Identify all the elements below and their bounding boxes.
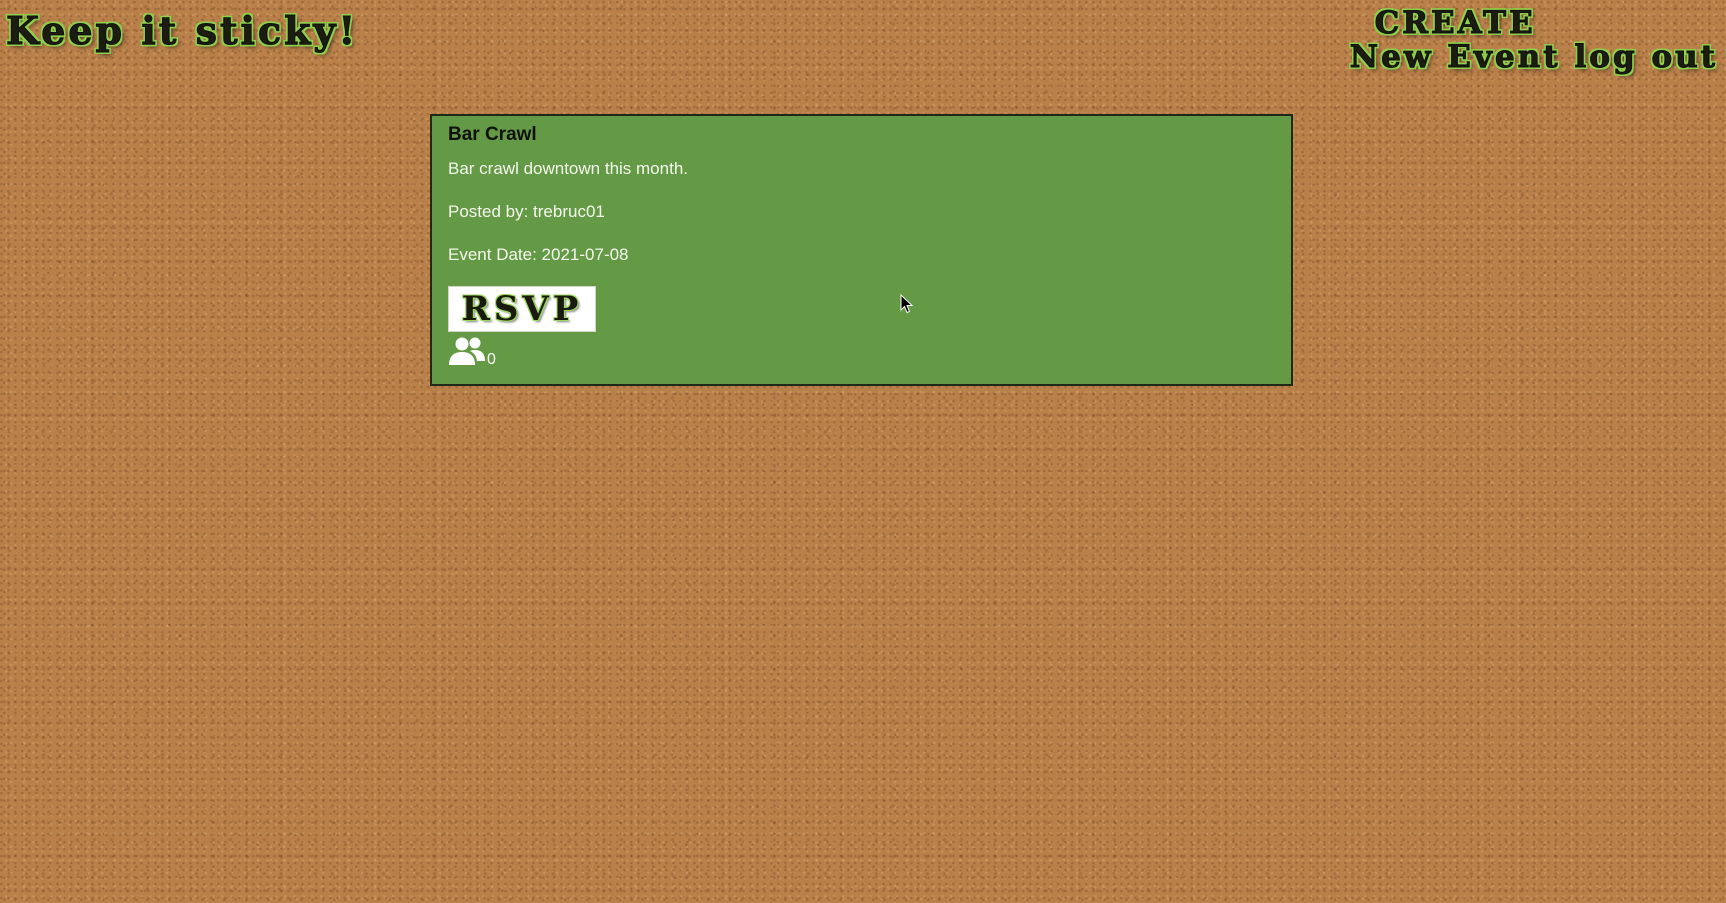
header-nav: CREATE New Event log out: [1349, 5, 1718, 75]
event-card: Bar Crawl Bar crawl downtown this month.…: [430, 114, 1293, 386]
attendee-count-group: 0: [448, 336, 1275, 368]
mouse-cursor-icon: [900, 294, 914, 314]
attendee-count: 0: [487, 351, 496, 368]
event-posted-by: Posted by: trebruc01: [448, 202, 605, 221]
users-icon: [449, 337, 485, 365]
event-title: Bar Crawl: [448, 124, 537, 145]
event-date: Event Date: 2021-07-08: [448, 245, 629, 264]
create-link-line1: CREATE: [1374, 5, 1536, 41]
rsvp-button[interactable]: RSVP: [448, 286, 596, 332]
site-title: Keep it sticky!: [5, 8, 359, 54]
logout-link[interactable]: log out: [1574, 40, 1718, 75]
create-new-event-link[interactable]: CREATE New Event: [1349, 5, 1561, 75]
create-link-line2: New Event: [1349, 39, 1561, 75]
event-description: Bar crawl downtown this month.: [448, 159, 688, 178]
rsvp-button-label: RSVP: [461, 289, 583, 329]
